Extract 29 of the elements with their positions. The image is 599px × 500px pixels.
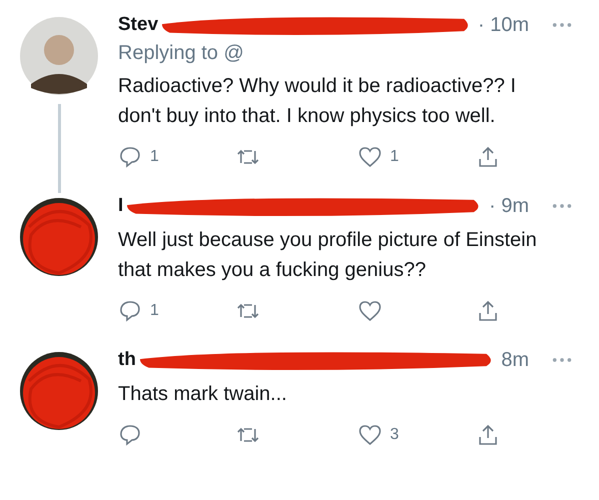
more-icon[interactable] (551, 357, 573, 363)
replying-to-text: Replying to @ (118, 42, 245, 65)
user-name[interactable]: I (118, 195, 124, 217)
heart-icon[interactable] (358, 423, 382, 447)
avatar[interactable] (19, 197, 99, 277)
tweet-text: Thats mark twain... (118, 382, 288, 407)
timestamp: 8m (501, 348, 529, 372)
avatar[interactable] (19, 351, 99, 431)
timestamp: · 10m (478, 14, 529, 36)
reply-icon[interactable] (118, 423, 142, 447)
reply-icon[interactable] (118, 145, 142, 169)
timestamp: · 9m (489, 194, 529, 218)
avatar[interactable] (19, 16, 99, 96)
more-icon[interactable] (551, 22, 573, 28)
like-count: 1 (390, 148, 399, 166)
share-icon[interactable] (476, 145, 500, 169)
like-count: 3 (390, 426, 399, 444)
reply-icon[interactable] (118, 299, 142, 323)
tweet-text: Radioactive? Why would it be radioactive?? I don't buy into that. I know physics too well. (118, 74, 517, 129)
share-icon[interactable] (476, 299, 500, 323)
user-name[interactable]: th (118, 349, 136, 371)
more-icon[interactable] (551, 203, 573, 209)
share-icon[interactable] (476, 423, 500, 447)
reply-count: 1 (150, 148, 159, 166)
heart-icon[interactable] (358, 145, 382, 169)
tweet-text: Well just because you profile picture of Einstein that makes you a fucking genius?? (118, 228, 538, 283)
user-name[interactable]: Stev (118, 14, 158, 36)
heart-icon[interactable] (358, 299, 382, 323)
reply-count: 1 (150, 302, 159, 320)
